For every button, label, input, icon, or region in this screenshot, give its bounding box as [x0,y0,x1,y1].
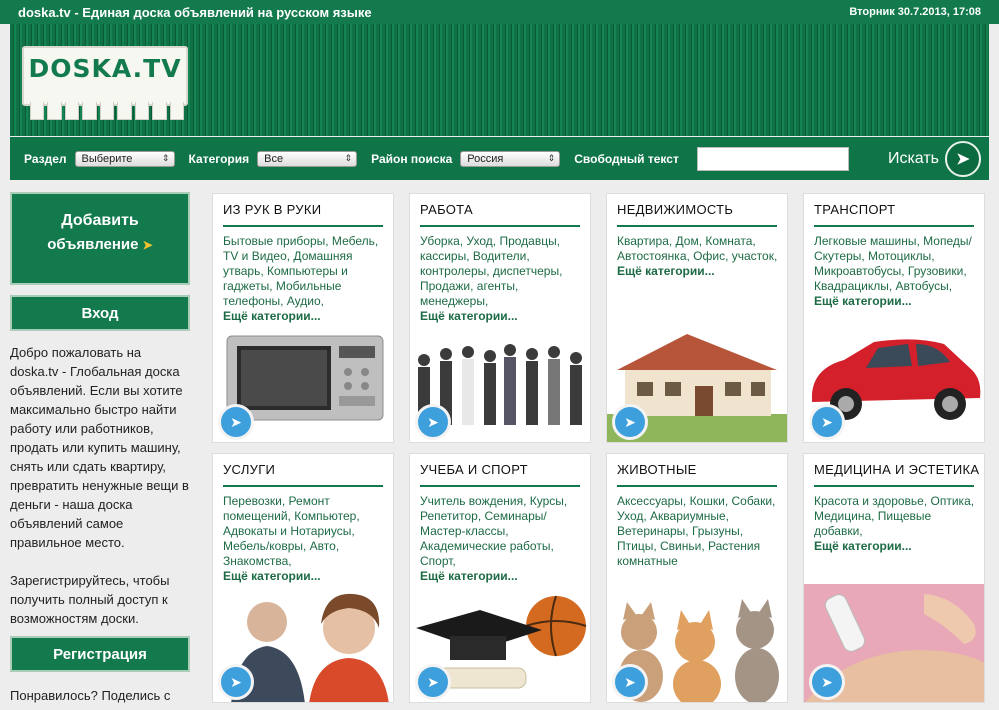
register-button[interactable]: Регистрация [10,636,190,672]
category-select[interactable]: Все ⇕ [257,150,358,167]
people-group-image: ➤ [410,324,590,442]
category-card-hand-to-hand[interactable]: ИЗ РУК В РУКИ Бытовые приборы, Мебель, T… [212,193,394,443]
microwave-image: ➤ [213,324,393,442]
select-arrows-icon: ⇕ [547,152,556,163]
arrow-right-icon: ➤ [142,238,153,252]
card-links[interactable]: Бытовые приборы, Мебель, TV и Видео, Дом… [223,234,389,324]
add-listing-button[interactable]: Добавить объявление ➤ [10,192,190,285]
card-title[interactable]: ТРАНСПОРТ [814,202,895,217]
play-icon[interactable]: ➤ [612,664,648,700]
play-icon[interactable]: ➤ [415,404,451,440]
category-card-education-sport[interactable]: УЧЕБА И СПОРТ Учитель вождения, Курсы, Р… [409,453,591,703]
site-title: doska.tv - Единая доска объявлений на ру… [18,4,372,20]
card-title[interactable]: УСЛУГИ [223,462,275,477]
arrow-right-icon: ➤ [956,150,970,168]
red-car-image: ➤ [804,324,984,442]
card-title[interactable]: ИЗ РУК В РУКИ [223,202,321,217]
region-label: Район поиска [371,151,453,166]
card-title[interactable]: НЕДВИЖИМОСТЬ [617,202,733,217]
play-icon[interactable]: ➤ [809,404,845,440]
category-card-real-estate[interactable]: НЕДВИЖИМОСТЬ Квартира, Дом, Комната, Авт… [606,193,788,443]
add-listing-line2: объявление [47,236,139,253]
current-datetime: Вторник 30.7.2013, 17:08 [849,6,981,18]
more-categories-link[interactable]: Ещё категории... [223,569,389,584]
region-select[interactable]: Россия ⇕ [460,150,561,167]
graduation-cap-ball-image: ➤ [410,584,590,702]
house-image: ➤ [607,324,787,442]
more-categories-link[interactable]: Ещё категории... [223,309,389,324]
play-icon[interactable]: ➤ [218,664,254,700]
freetext-input[interactable] [696,146,849,171]
card-title[interactable]: УЧЕБА И СПОРТ [420,462,528,477]
select-arrows-icon: ⇕ [344,152,353,163]
search-button[interactable]: ➤ [945,140,981,177]
category-label: Категория [188,151,250,166]
category-select-value: Все [264,152,284,165]
play-icon[interactable]: ➤ [809,664,845,700]
card-links[interactable]: Уборка, Уход, Продавцы, кассиры, Водител… [420,234,586,324]
logo-text: DOSKA.TV [28,54,182,83]
freetext-label: Свободный текст [574,151,679,166]
more-categories-link[interactable]: Ещё категории... [420,309,586,324]
search-button-label[interactable]: Искать [888,150,939,168]
card-links[interactable]: Учитель вождения, Курсы, Репетитор, Семи… [420,494,586,584]
section-select[interactable]: Выберите ⇕ [74,150,175,167]
play-icon[interactable]: ➤ [218,404,254,440]
category-card-medicine-aesthetics[interactable]: МЕДИЦИНА И ЭСТЕТИКА Красота и здоровье, … [803,453,985,703]
more-categories-link[interactable]: Ещё категории... [814,294,980,309]
category-card-transport[interactable]: ТРАНСПОРТ Легковые машины, Мопеды/Скутер… [803,193,985,443]
card-links[interactable]: Легковые машины, Мопеды/Скутеры, Мотоцик… [814,234,980,309]
call-center-image: ➤ [213,584,393,702]
more-categories-link[interactable]: Ещё категории... [420,569,586,584]
more-categories-link[interactable]: Ещё категории... [617,264,783,279]
card-title[interactable]: МЕДИЦИНА И ЭСТЕТИКА [814,462,979,477]
category-card-work[interactable]: РАБОТА Уборка, Уход, Продавцы, кассиры, … [409,193,591,443]
top-bar: doska.tv - Единая доска объявлений на ру… [0,0,999,24]
search-bar: Раздел Выберите ⇕ Категория Все ⇕ Район … [10,137,989,180]
header-banner: DOSKA.TV [10,24,989,136]
add-listing-line1: Добавить [61,212,139,229]
login-button[interactable]: Вход [10,295,190,331]
card-links[interactable]: Перевозки, Ремонт помещений, Компьютер, … [223,494,389,584]
share-text: Понравилось? Поделись с [10,688,171,703]
category-card-services[interactable]: УСЛУГИ Перевозки, Ремонт помещений, Комп… [212,453,394,703]
card-links[interactable]: Квартира, Дом, Комната, Автостоянка, Офи… [617,234,783,279]
card-links[interactable]: Красота и здоровье, Оптика, Медицина, Пи… [814,494,980,554]
section-select-value: Выберите [81,152,133,165]
play-icon[interactable]: ➤ [415,664,451,700]
laser-treatment-image: ➤ [804,584,984,702]
section-label: Раздел [24,151,67,166]
play-icon[interactable]: ➤ [612,404,648,440]
card-links[interactable]: Аксессуары, Кошки, Собаки, Уход, Аквариу… [617,494,783,569]
more-categories-link[interactable]: Ещё категории... [814,539,980,554]
site-logo[interactable]: DOSKA.TV [22,46,188,120]
logo-tear-tabs [30,102,184,120]
select-arrows-icon: ⇕ [162,152,170,163]
region-select-value: Россия [467,152,504,165]
card-title[interactable]: ЖИВОТНЫЕ [617,462,697,477]
category-card-animals[interactable]: ЖИВОТНЫЕ Аксессуары, Кошки, Собаки, Уход… [606,453,788,703]
welcome-text: Добро пожаловать на doska.tv - Глобальна… [10,345,189,550]
card-title[interactable]: РАБОТА [420,202,473,217]
register-prompt: Зарегистрируйтесь, чтобы получить полный… [10,573,170,626]
kittens-image: ➤ [607,584,787,702]
